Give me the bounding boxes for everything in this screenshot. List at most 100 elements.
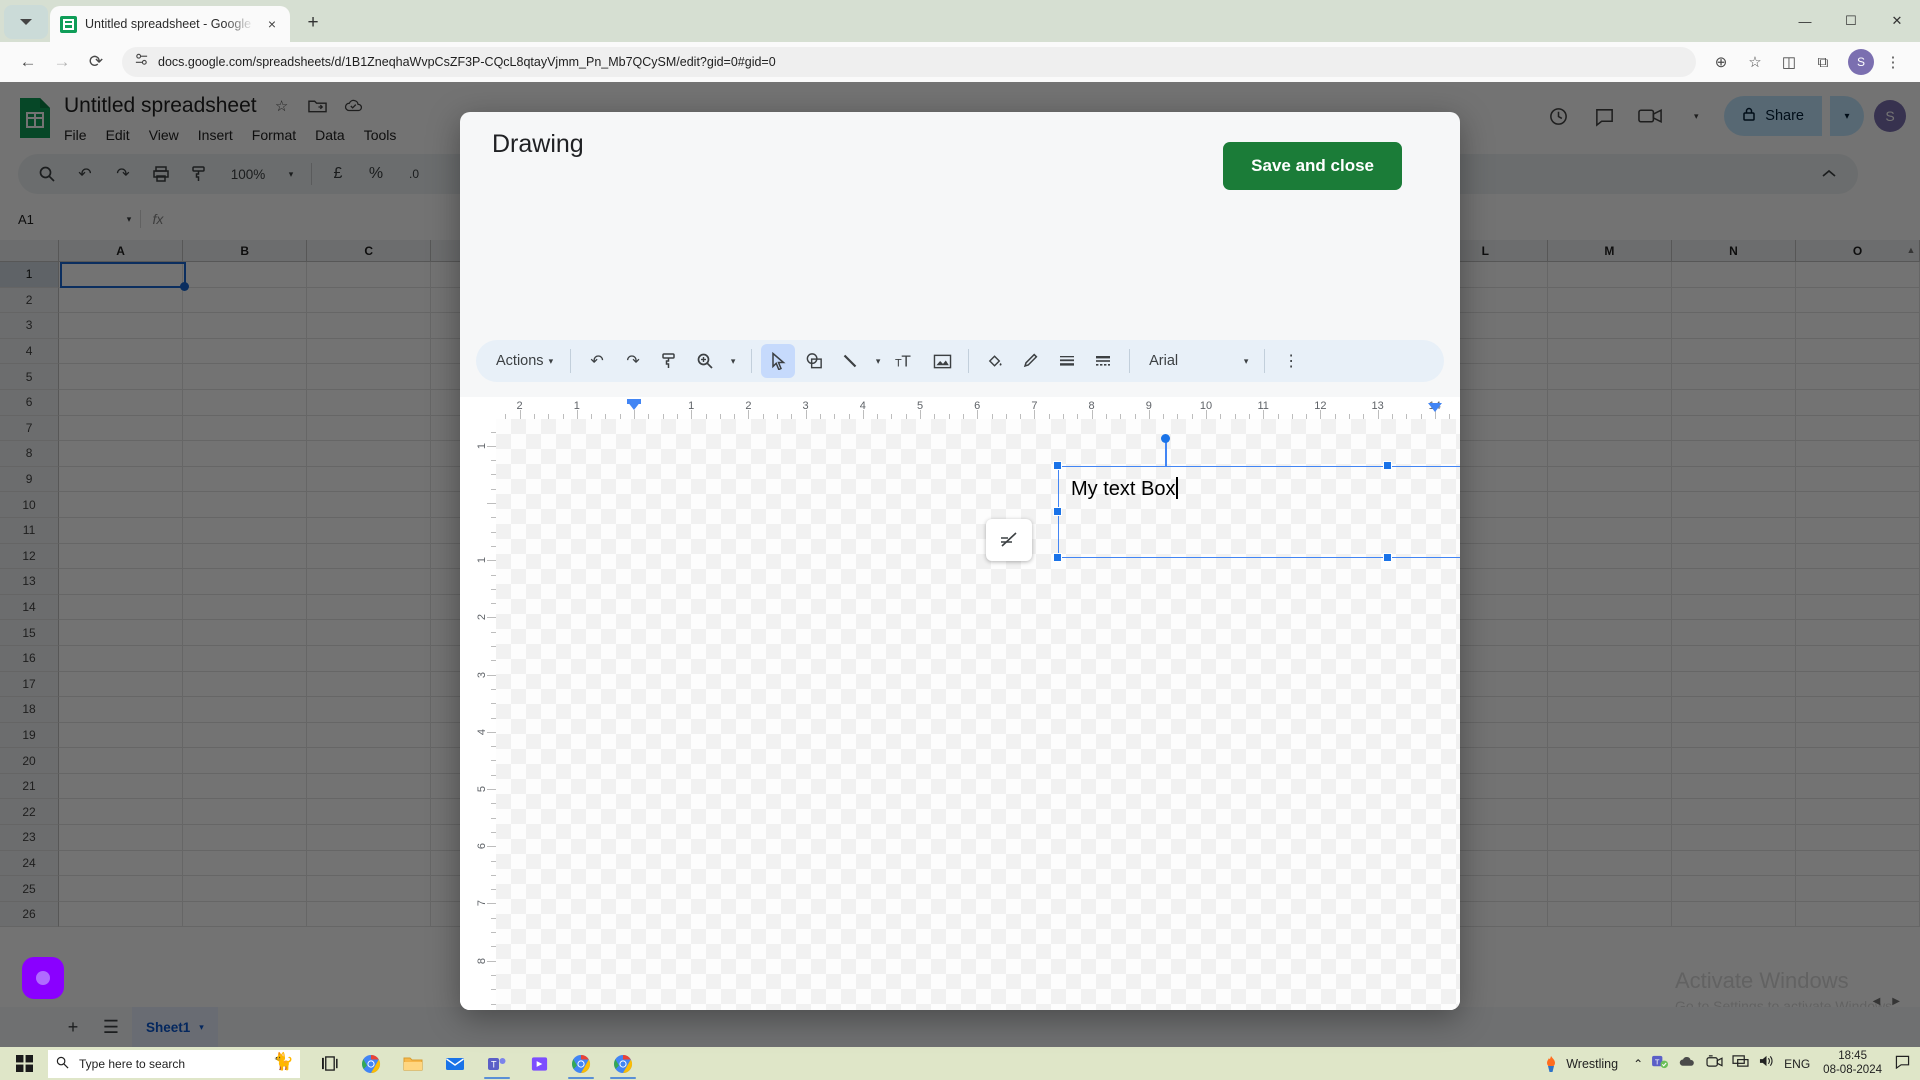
font-name-selector[interactable]: Arial <box>1139 353 1235 369</box>
taskbar-app-store[interactable] <box>520 1048 558 1079</box>
teams-tray-icon[interactable]: T <box>1652 1054 1669 1074</box>
explore-icon <box>36 971 50 985</box>
handle-top-left[interactable] <box>1053 461 1062 470</box>
h-ruler-number: 2 <box>516 400 523 412</box>
zoom-icon[interactable] <box>688 344 722 378</box>
clock-date: 08-08-2024 <box>1823 1063 1882 1076</box>
explore-fab-button[interactable] <box>22 957 64 999</box>
cat-icon: 🐈 <box>272 1051 294 1071</box>
fill-color-icon[interactable] <box>978 344 1012 378</box>
browser-tab[interactable]: Untitled spreadsheet - Google S × <box>50 6 290 42</box>
text-box-content[interactable]: My text Box <box>1071 477 1179 501</box>
pencil-icon[interactable] <box>1014 344 1048 378</box>
text-box-value: My text Box <box>1071 478 1176 500</box>
more-options-icon[interactable]: ⋮ <box>1274 344 1308 378</box>
zoom-icon[interactable]: ⊕ <box>1706 47 1736 77</box>
select-arrow-icon[interactable] <box>761 344 796 378</box>
taskbar-app-chrome-3[interactable] <box>604 1048 642 1079</box>
minimize-button[interactable]: — <box>1782 0 1828 42</box>
taskbar-app-mail[interactable] <box>436 1048 474 1079</box>
language-indicator[interactable]: ENG <box>1784 1057 1810 1071</box>
start-button[interactable] <box>0 1047 48 1080</box>
handle-bottom-center[interactable] <box>1383 553 1392 562</box>
handle-top-center[interactable] <box>1383 461 1392 470</box>
save-and-close-button[interactable]: Save and close <box>1223 142 1402 190</box>
line-dash-icon[interactable] <box>1086 344 1120 378</box>
close-window-button[interactable]: ✕ <box>1874 0 1920 42</box>
ruler-indent-bar-left[interactable] <box>627 399 641 404</box>
undo-icon[interactable]: ↶ <box>580 344 614 378</box>
image-icon[interactable] <box>925 344 959 378</box>
paint-format-icon[interactable] <box>652 344 686 378</box>
zoom-caret-icon[interactable]: ▾ <box>724 344 742 378</box>
rotation-handle[interactable] <box>1161 434 1170 443</box>
handle-middle-left[interactable] <box>1053 507 1062 516</box>
h-ruler-number: 12 <box>1314 400 1327 412</box>
onedrive-icon[interactable] <box>1678 1055 1697 1073</box>
bookmark-star-icon[interactable]: ☆ <box>1740 47 1770 77</box>
redo-icon[interactable]: ↷ <box>616 344 650 378</box>
close-icon[interactable]: × <box>262 14 282 34</box>
taskbar-search-box[interactable]: Type here to search 🐈 <box>48 1049 300 1078</box>
handle-bottom-left[interactable] <box>1053 553 1062 562</box>
reload-button[interactable]: ⟳ <box>80 46 112 78</box>
vertical-ruler[interactable]: 1 1 2 3 4 5 6 7 8 <box>460 419 496 1010</box>
display-icon[interactable] <box>1732 1054 1749 1073</box>
taskbar-clock[interactable]: 18:45 08-08-2024 <box>1819 1050 1886 1076</box>
h-ruler-number: 7 <box>1031 400 1038 412</box>
toolbar-divider-5 <box>1264 349 1266 373</box>
clock-time: 18:45 <box>1838 1050 1867 1063</box>
horizontal-ruler[interactable]: 2 1 1 2 3 4 5 6 7 8 9 10 11 12 13 14 <box>496 397 1460 419</box>
back-button[interactable]: ← <box>12 46 44 78</box>
v-ruler-number: 2 <box>475 614 488 621</box>
taskbar-app-teams[interactable]: T <box>478 1048 516 1079</box>
action-center-icon[interactable] <box>1895 1055 1910 1072</box>
h-ruler-number: 9 <box>1145 400 1152 412</box>
v-ruler-number: 1 <box>475 557 488 564</box>
h-ruler-number: 4 <box>859 400 866 412</box>
actions-label: Actions <box>496 353 544 369</box>
toolbar-divider <box>570 349 572 373</box>
task-view-icon[interactable] <box>310 1048 348 1079</box>
line-icon[interactable] <box>833 344 867 378</box>
text-box-shape[interactable]: My text Box <box>1058 466 1460 558</box>
v-ruler-tick <box>487 560 496 562</box>
site-settings-icon[interactable] <box>134 52 149 72</box>
extensions-icon[interactable]: ⧉ <box>1808 47 1838 77</box>
v-ruler-tick <box>487 960 496 962</box>
line-weight-icon[interactable] <box>1050 344 1084 378</box>
v-ruler-tick <box>487 731 496 733</box>
taskbar-app-file-explorer[interactable] <box>394 1048 432 1079</box>
camera-icon[interactable] <box>1706 1054 1723 1073</box>
maximize-button[interactable]: ☐ <box>1828 0 1874 42</box>
font-caret-icon[interactable]: ▾ <box>1237 344 1255 378</box>
tab-search-button[interactable] <box>4 5 48 39</box>
text-cursor <box>1176 477 1179 499</box>
svg-text:T: T <box>1655 1057 1660 1066</box>
tray-chevron-icon[interactable]: ⌃ <box>1633 1057 1643 1071</box>
drawing-canvas-area: 2 1 1 2 3 4 5 6 7 8 9 10 11 12 13 14 112345678 My text … <box>460 397 1460 1010</box>
v-ruler-number: 5 <box>475 785 488 793</box>
search-placeholder: Type here to search <box>79 1056 186 1071</box>
text-box-icon[interactable]: TT <box>889 344 923 378</box>
drawing-canvas[interactable]: My text Box <box>496 419 1460 1010</box>
rotation-handle-line <box>1165 439 1167 466</box>
v-ruler-number: 7 <box>475 900 488 907</box>
actions-menu-button[interactable]: Actions ▾ <box>492 353 561 369</box>
volume-icon[interactable] <box>1758 1054 1775 1073</box>
drawing-dialog-header: Drawing Auto-saved at 2:15:36 PM Save an… <box>460 112 1460 190</box>
chrome-menu-icon[interactable]: ⋮ <box>1878 47 1908 77</box>
line-caret-icon[interactable]: ▾ <box>869 344 887 378</box>
svg-text:T: T <box>902 354 912 371</box>
taskbar-app-chrome-2[interactable] <box>562 1048 600 1079</box>
ruler-indent-marker-right[interactable] <box>1427 403 1442 412</box>
side-panel-icon[interactable]: ◫ <box>1774 47 1804 77</box>
profile-avatar[interactable]: S <box>1848 49 1874 75</box>
address-bar[interactable]: docs.google.com/spreadsheets/d/1B1Zneqha… <box>122 47 1696 77</box>
news-and-interests[interactable]: Wrestling <box>1543 1055 1618 1073</box>
crop-mask-floating-button[interactable] <box>986 519 1032 561</box>
taskbar-app-chrome[interactable] <box>352 1048 390 1079</box>
new-tab-button[interactable]: + <box>298 8 328 38</box>
screen: Untitled spreadsheet - Google S × + — ☐ … <box>0 0 1920 1080</box>
shape-icon[interactable] <box>797 344 831 378</box>
